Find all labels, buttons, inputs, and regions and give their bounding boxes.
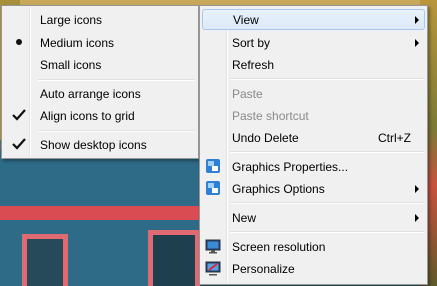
menu-item-personalize[interactable]: Personalize [202, 258, 425, 279]
menu-item-label: Refresh [232, 58, 275, 72]
menu-item-show-desktop-icons[interactable]: Show desktop icons [4, 134, 196, 155]
menu-item-label: Paste shortcut [232, 109, 309, 123]
menu-item-label: Align icons to grid [40, 109, 135, 123]
checkmark-icon [12, 109, 26, 121]
menu-item-label: Personalize [232, 262, 295, 276]
menu-item-new[interactable]: New [202, 207, 425, 228]
menu-item-label: View [233, 13, 259, 27]
menu-separator [230, 231, 424, 233]
menu-item-refresh[interactable]: Refresh [202, 54, 425, 75]
radio-selected-icon [16, 39, 22, 45]
intel-graphics-icon [206, 159, 220, 173]
wallpaper-window [148, 230, 200, 286]
menu-item-view[interactable]: View [202, 9, 425, 30]
menu-item-large-icons[interactable]: Large icons [4, 9, 196, 30]
menu-separator [38, 79, 195, 81]
wallpaper-trim [0, 206, 200, 220]
desktop-context-menu: View Sort by Refresh Paste Paste shortcu… [199, 5, 428, 285]
menu-item-label: Graphics Properties... [232, 160, 349, 174]
menu-item-label: Large icons [40, 13, 103, 27]
menu-item-label: Small icons [40, 58, 102, 72]
menu-separator [230, 151, 424, 153]
submenu-arrow-icon [415, 16, 419, 24]
menu-item-auto-arrange[interactable]: Auto arrange icons [4, 83, 196, 104]
menu-item-sort-by[interactable]: Sort by [202, 32, 425, 53]
menu-item-label: Graphics Options [232, 182, 325, 196]
menu-item-label: Paste [232, 87, 263, 101]
menu-separator [38, 130, 195, 132]
menu-item-undo-delete[interactable]: Undo Delete Ctrl+Z [202, 127, 425, 148]
submenu-arrow-icon [415, 214, 419, 222]
menu-item-label: Auto arrange icons [40, 87, 141, 101]
menu-item-graphics-options[interactable]: Graphics Options [202, 178, 425, 199]
menu-item-small-icons[interactable]: Small icons [4, 54, 196, 75]
menu-item-label: New [232, 211, 257, 225]
menu-item-paste[interactable]: Paste [202, 83, 425, 104]
menu-item-align-to-grid[interactable]: Align icons to grid [4, 105, 196, 126]
menu-item-label: Show desktop icons [40, 138, 147, 152]
menu-item-screen-resolution[interactable]: Screen resolution [202, 236, 425, 257]
menu-item-graphics-properties[interactable]: Graphics Properties... [202, 156, 425, 177]
wallpaper-window [22, 234, 68, 286]
checkmark-icon [12, 138, 26, 150]
monitor-icon [205, 239, 221, 254]
submenu-arrow-icon [415, 185, 419, 193]
menu-item-label: Screen resolution [232, 240, 326, 254]
submenu-arrow-icon [415, 39, 419, 47]
menu-item-label: Medium icons [40, 36, 115, 50]
menu-item-label: Sort by [232, 36, 271, 50]
menu-item-paste-shortcut[interactable]: Paste shortcut [202, 105, 425, 126]
shortcut-text: Ctrl+Z [378, 131, 411, 145]
intel-graphics-icon [206, 181, 220, 195]
menu-item-label: Undo Delete [232, 131, 299, 145]
menu-separator [230, 78, 424, 80]
personalize-monitor-icon [205, 261, 221, 276]
view-submenu: Large icons Medium icons Small icons Aut… [1, 5, 199, 159]
menu-separator [230, 202, 424, 204]
menu-item-medium-icons[interactable]: Medium icons [4, 32, 196, 53]
